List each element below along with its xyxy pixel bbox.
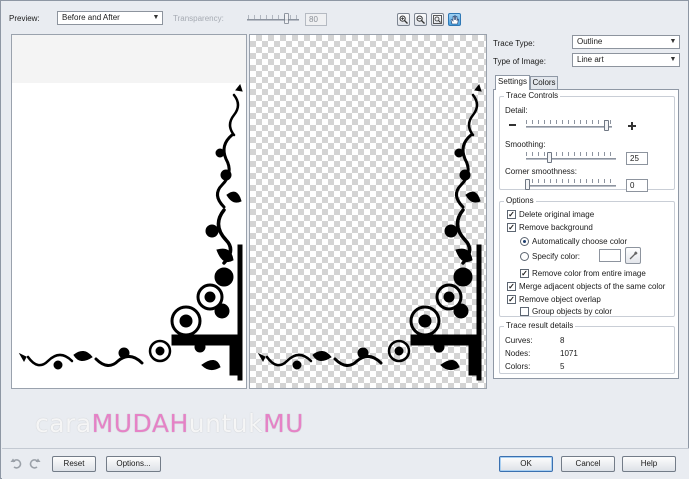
chevron-down-icon: ▼ <box>669 56 677 63</box>
remove-entire-checkbox[interactable]: ✓ <box>520 269 529 278</box>
image-type-value: Line art <box>577 55 604 64</box>
detail-slider-thumb[interactable] <box>604 120 609 131</box>
tab-settings[interactable]: Settings <box>495 75 530 90</box>
ok-button[interactable]: OK <box>499 456 553 472</box>
transparency-value[interactable]: 80 <box>305 13 327 26</box>
merge-adjacent-checkbox[interactable]: ✓ <box>507 282 516 291</box>
help-button[interactable]: Help <box>622 456 676 472</box>
transparency-label: Transparency: <box>173 14 224 23</box>
corner-smoothness-value[interactable]: 0 <box>626 179 648 192</box>
settings-tab-panel: Trace Controls Detail: Smoothing: 25 Cor… <box>493 89 679 379</box>
curves-value: 8 <box>560 336 565 345</box>
after-preview-pane[interactable] <box>249 34 487 389</box>
color-swatch[interactable] <box>599 249 621 262</box>
detail-label: Detail: <box>505 106 528 115</box>
options-button[interactable]: Options... <box>106 456 161 472</box>
trace-type-label: Trace Type: <box>493 39 535 48</box>
specify-color-label: Specify color: <box>532 252 581 261</box>
transparency-slider-thumb[interactable] <box>284 13 289 24</box>
trace-results-group: Trace result details Curves: 8 Nodes: 10… <box>499 321 675 374</box>
before-preview-pane[interactable] <box>11 34 247 389</box>
chevron-down-icon: ▼ <box>669 38 677 45</box>
remove-overlap-label: Remove object overlap <box>519 295 601 304</box>
preview-select[interactable]: Before and After ▼ <box>57 11 163 25</box>
corner-slider-thumb[interactable] <box>525 179 530 190</box>
remove-overlap-checkbox[interactable]: ✓ <box>507 295 516 304</box>
smoothing-label: Smoothing: <box>505 140 546 149</box>
zoom-out-icon[interactable] <box>414 13 427 26</box>
colors-value: 5 <box>560 362 565 371</box>
group-by-color-checkbox[interactable] <box>520 307 529 316</box>
colors-label: Colors: <box>505 362 531 371</box>
image-type-select[interactable]: Line art ▼ <box>572 53 680 67</box>
options-title: Options <box>504 196 536 206</box>
trace-type-value: Outline <box>577 37 603 46</box>
preview-label: Preview: <box>9 14 40 23</box>
preview-select-value: Before and After <box>62 13 120 22</box>
remove-background-checkbox[interactable]: ✓ <box>507 223 516 232</box>
auto-color-label: Automatically choose color <box>532 237 628 246</box>
ornament-original-image <box>18 83 243 381</box>
tab-colors[interactable]: Colors <box>530 76 558 90</box>
auto-color-radio[interactable] <box>520 237 529 246</box>
cancel-button[interactable]: Cancel <box>561 456 615 472</box>
smoothing-value[interactable]: 25 <box>626 152 648 165</box>
remove-background-label: Remove background <box>519 223 593 232</box>
minus-icon[interactable] <box>509 124 516 126</box>
trace-controls-title: Trace Controls <box>504 91 561 101</box>
nodes-label: Nodes: <box>505 349 531 358</box>
undo-icon[interactable] <box>9 456 23 470</box>
corner-smoothness-label: Corner smoothness: <box>505 167 578 176</box>
reset-button[interactable]: Reset <box>52 456 96 472</box>
ornament-traced-image <box>257 83 482 381</box>
delete-original-label: Delete original image <box>519 210 595 219</box>
pan-hand-icon[interactable] <box>448 13 461 26</box>
options-group: Options ✓ Delete original image ✓ Remove… <box>499 196 675 317</box>
merge-adjacent-label: Merge adjacent objects of the same color <box>519 282 666 291</box>
group-by-color-label: Group objects by color <box>532 307 613 316</box>
image-type-label: Type of Image: <box>493 57 546 66</box>
plus-icon[interactable] <box>628 122 636 130</box>
redo-icon[interactable] <box>28 456 42 470</box>
delete-original-checkbox[interactable]: ✓ <box>507 210 516 219</box>
zoom-fit-icon[interactable] <box>431 13 444 26</box>
watermark-text: caraMUDAHuntukMU <box>35 409 304 438</box>
trace-type-select[interactable]: Outline ▼ <box>572 35 680 49</box>
zoom-in-icon[interactable] <box>397 13 410 26</box>
nodes-value: 1071 <box>560 349 578 358</box>
smoothing-slider-thumb[interactable] <box>547 152 552 163</box>
trace-dialog: Preview: Before and After ▼ Transparency… <box>0 0 689 479</box>
remove-entire-label: Remove color from entire image <box>532 269 646 278</box>
eyedropper-icon[interactable] <box>625 247 641 264</box>
trace-results-title: Trace result details <box>504 321 576 331</box>
chevron-down-icon: ▼ <box>152 14 160 21</box>
curves-label: Curves: <box>505 336 533 345</box>
specify-color-radio[interactable] <box>520 252 529 261</box>
trace-controls-group: Trace Controls Detail: Smoothing: 25 Cor… <box>499 91 675 192</box>
